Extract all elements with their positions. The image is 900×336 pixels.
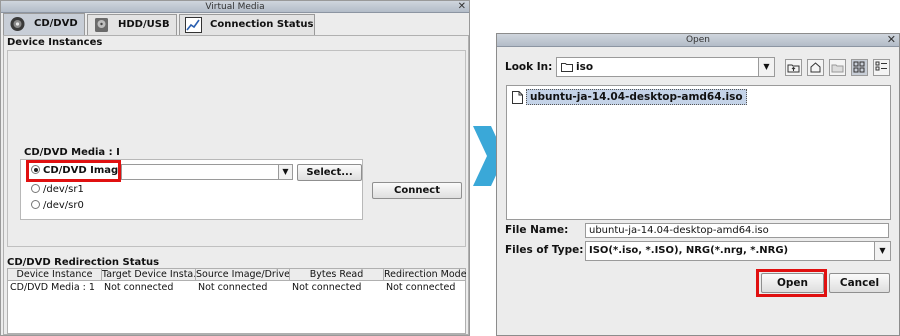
select-button[interactable]: Select... <box>297 164 362 181</box>
table-header-row: Device Instance Target Device Insta... S… <box>8 269 466 281</box>
column-header[interactable]: Target Device Insta... <box>102 269 196 281</box>
table-cell: Not connected <box>386 282 456 293</box>
home-icon[interactable] <box>807 59 824 76</box>
files-of-type-label: Files of Type: <box>505 244 584 256</box>
open-button[interactable]: Open <box>761 273 824 293</box>
files-of-type-combo[interactable]: ISO(*.iso, *.ISO), NRG(*.nrg, *.NRG) ▼ <box>585 241 891 261</box>
tab-label: CD/DVD <box>34 18 78 29</box>
list-view-icon[interactable] <box>851 59 868 76</box>
radio-icon[interactable] <box>31 200 40 209</box>
connect-button[interactable]: Connect <box>372 182 462 199</box>
option-dev-sr1[interactable]: /dev/sr1 <box>31 183 84 197</box>
close-icon[interactable]: ✕ <box>887 34 896 46</box>
chevron-down-icon[interactable]: ▼ <box>758 58 774 76</box>
tab-bar: CD/DVD HDD/USB Connection Status <box>3 13 469 35</box>
table-cell: CD/DVD Media : 1 <box>10 282 95 293</box>
file-name: ubuntu-ja-14.04-desktop-amd64.iso <box>526 89 747 105</box>
open-file-dialog: Open ✕ Look In: iso ▼ ubuntu-ja-14.04-de… <box>496 33 900 336</box>
look-in-value: iso <box>576 61 594 73</box>
look-in-label: Look In: <box>505 61 553 73</box>
column-header[interactable]: Bytes Read <box>290 269 384 281</box>
media-label: CD/DVD Media : I <box>24 147 120 158</box>
list-item[interactable]: ubuntu-ja-14.04-desktop-amd64.iso <box>510 89 747 105</box>
tab-label: HDD/USB <box>118 19 170 30</box>
look-in-combo[interactable]: iso ▼ <box>556 57 775 77</box>
redirection-status-heading: CD/DVD Redirection Status <box>7 257 160 268</box>
chevron-down-icon[interactable]: ▼ <box>874 242 890 260</box>
cd-image-highlight-box <box>26 160 121 182</box>
column-header[interactable]: Redirection Mode <box>384 269 466 281</box>
file-name-label: File Name: <box>505 224 569 236</box>
folder-icon <box>561 60 573 78</box>
tab-hdd-usb[interactable]: HDD/USB <box>87 14 177 35</box>
details-view-icon[interactable] <box>873 59 890 76</box>
file-list[interactable]: ubuntu-ja-14.04-desktop-amd64.iso <box>506 85 891 220</box>
chevron-down-icon[interactable]: ▼ <box>278 165 292 179</box>
dialog-title: Open <box>685 35 711 45</box>
file-name-field[interactable]: ubuntu-ja-14.04-desktop-amd64.iso <box>585 223 889 238</box>
window-titlebar: Virtual Media ✕ <box>1 1 469 13</box>
radio-icon[interactable] <box>31 184 40 193</box>
table-cell: Not connected <box>198 282 268 293</box>
new-folder-icon[interactable] <box>829 59 846 76</box>
dialog-titlebar: Open ✕ <box>497 34 899 47</box>
option-label: /dev/sr0 <box>43 200 84 211</box>
file-icon <box>512 91 523 109</box>
table-cell: Not connected <box>104 282 174 293</box>
option-label: /dev/sr1 <box>43 184 84 195</box>
window-title: Virtual Media <box>205 2 265 12</box>
column-header[interactable]: Device Instance <box>8 269 102 281</box>
table-cell: Not connected <box>292 282 362 293</box>
cancel-button[interactable]: Cancel <box>829 273 890 293</box>
hdd-icon <box>93 17 110 33</box>
up-folder-icon[interactable] <box>785 59 802 76</box>
column-header[interactable]: Source Image/Drive <box>196 269 290 281</box>
cd-icon <box>9 16 26 32</box>
tab-cd-dvd[interactable]: CD/DVD <box>3 13 85 35</box>
files-of-type-value: ISO(*.iso, *.ISO), NRG(*.nrg, *.NRG) <box>589 245 789 256</box>
redirection-status-table: Device Instance Target Device Insta... S… <box>7 268 466 334</box>
close-icon[interactable]: ✕ <box>458 1 466 12</box>
virtual-media-window: Virtual Media ✕ CD/DVD HDD/USB Connectio… <box>0 0 470 336</box>
image-path-combo[interactable]: ▼ <box>121 164 293 180</box>
device-instances-heading: Device Instances <box>7 37 103 48</box>
option-dev-sr0[interactable]: /dev/sr0 <box>31 199 84 213</box>
tab-connection-status[interactable]: Connection Status <box>179 14 315 35</box>
tab-label: Connection Status <box>210 19 314 30</box>
chart-icon <box>185 17 202 33</box>
cd-dvd-panel: Device Instances CD/DVD Media : I CD/DVD… <box>3 35 469 335</box>
